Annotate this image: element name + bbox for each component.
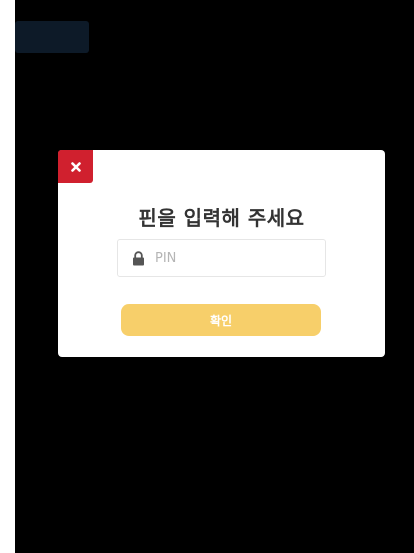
lock-icon xyxy=(131,250,145,266)
pin-modal: 핀을 입력해 주세요 확인 xyxy=(58,150,385,357)
pin-input[interactable] xyxy=(155,243,315,273)
pin-field[interactable] xyxy=(117,239,326,277)
close-button[interactable] xyxy=(58,150,93,183)
modal-title: 핀을 입력해 주세요 xyxy=(138,206,305,230)
close-icon xyxy=(70,157,81,176)
background-button xyxy=(15,21,89,53)
confirm-button[interactable]: 확인 xyxy=(121,304,321,336)
